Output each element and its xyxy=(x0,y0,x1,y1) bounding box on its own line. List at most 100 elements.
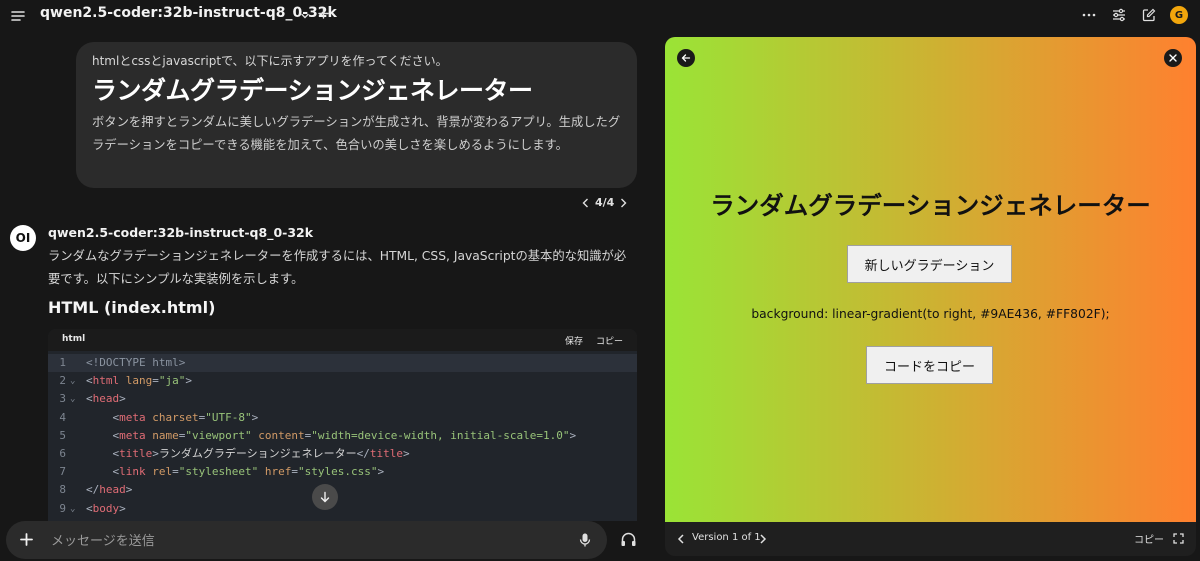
code-text: <title>ランダムグラデーションジェネレーター</title> xyxy=(86,445,410,463)
code-token: "ja" xyxy=(158,374,186,388)
code-text: <link rel="stylesheet" href="styles.css"… xyxy=(86,463,384,481)
version-label: Version 1 of 1 xyxy=(692,532,761,543)
page-indicator: 4/4 xyxy=(595,196,615,209)
code-token: < xyxy=(86,501,93,515)
code-token: "stylesheet" xyxy=(178,465,259,479)
code-line: 7 <link rel="stylesheet" href="styles.cs… xyxy=(48,463,637,481)
prompt-title: ランダムグラデーションジェネレーター xyxy=(92,76,533,105)
copy-code-button[interactable]: コピー xyxy=(596,334,623,347)
code-token: < xyxy=(86,465,120,479)
scroll-to-bottom-button[interactable] xyxy=(312,484,338,510)
gradient-css-text: background: linear-gradient(to right, #9… xyxy=(751,307,1110,321)
artifact-preview: ランダムグラデーションジェネレーター 新しいグラデーション background… xyxy=(665,37,1196,522)
line-number: 4 xyxy=(59,410,66,424)
chevron-down-icon[interactable] xyxy=(300,11,310,21)
code-token: head xyxy=(99,483,126,497)
code-text: <body> xyxy=(86,500,126,518)
code-token: title xyxy=(369,446,404,460)
code-token: "styles.css" xyxy=(297,465,378,479)
preview-copy-button[interactable]: コピー xyxy=(1134,531,1164,546)
user-avatar[interactable]: G xyxy=(1170,6,1188,24)
new-gradient-button[interactable]: 新しいグラデーション xyxy=(847,245,1012,283)
code-token: = xyxy=(172,465,179,479)
fold-chevron-icon[interactable]: ⌄ xyxy=(70,500,75,518)
code-token: body xyxy=(92,501,120,515)
close-icon[interactable] xyxy=(1164,49,1182,67)
code-token: < xyxy=(86,392,93,406)
code-line: 4 <meta charset="UTF-8"> xyxy=(48,409,637,427)
prompt-instruction: htmlとcssとjavascriptで、以下に示すアプリを作ってください。 xyxy=(92,54,448,68)
code-token: < xyxy=(86,446,120,460)
section-heading: HTML (index.html) xyxy=(48,298,216,317)
code-text: <!DOCTYPE html> xyxy=(86,354,185,372)
line-number: 1 xyxy=(59,356,66,369)
code-token: ランダムグラデーションジェネレーター xyxy=(158,446,357,460)
arrow-down-icon xyxy=(319,491,331,503)
code-text: <html lang="ja"> xyxy=(86,372,192,390)
code-token: <!DOCTYPE html> xyxy=(86,356,186,369)
code-token: > xyxy=(251,410,259,424)
chevron-right-icon[interactable] xyxy=(620,198,627,208)
message-input[interactable] xyxy=(49,530,553,552)
code-token: > xyxy=(569,428,577,442)
code-token: charset xyxy=(152,410,199,424)
code-line: 1 <!DOCTYPE html> xyxy=(48,354,637,373)
code-token: title xyxy=(119,446,153,460)
controls-sliders-icon[interactable] xyxy=(1110,6,1128,24)
model-selector[interactable]: qwen2.5-coder:32b-instruct-q8_0-32k xyxy=(40,5,337,21)
user-message-bubble: htmlとcssとjavascriptで、以下に示すアプリを作ってください。 ラ… xyxy=(76,42,637,188)
code-token: content xyxy=(258,428,305,442)
code-line: 3 ⌄ <head> xyxy=(48,390,637,408)
code-token: </ xyxy=(86,483,100,497)
line-number: 8 xyxy=(59,483,66,497)
chevron-left-icon[interactable] xyxy=(582,198,589,208)
copy-gradient-code-button[interactable]: コードをコピー xyxy=(866,346,993,384)
more-options-icon[interactable] xyxy=(1080,6,1098,24)
message-input-bar xyxy=(6,521,607,559)
line-number: 3 xyxy=(59,392,66,406)
preview-app-title: ランダムグラデーションジェネレーター xyxy=(710,191,1151,220)
top-actions: G xyxy=(1080,6,1188,24)
preview-footer: Version 1 of 1 コピー xyxy=(665,522,1196,556)
code-line: 2 ⌄ <html lang="ja"> xyxy=(48,372,637,390)
back-arrow-icon[interactable] xyxy=(677,49,695,67)
code-block-header: html 保存 コピー xyxy=(48,329,637,351)
code-token: "UTF-8" xyxy=(205,410,252,424)
assistant-model-name: qwen2.5-coder:32b-instruct-q8_0-32k xyxy=(48,225,314,240)
code-token: < xyxy=(86,374,93,388)
attach-plus-icon[interactable] xyxy=(20,533,33,546)
code-token: > xyxy=(152,446,159,460)
code-token: < xyxy=(86,410,120,424)
headphones-icon[interactable] xyxy=(620,531,637,548)
code-token: > xyxy=(403,446,410,460)
code-token: = xyxy=(152,374,159,388)
version-next-icon[interactable] xyxy=(759,534,767,544)
code-token: meta xyxy=(119,410,146,424)
code-token: > xyxy=(185,374,192,388)
code-token: lang xyxy=(125,374,153,388)
code-token: meta xyxy=(119,428,146,442)
code-line: 5 <meta name="viewport" content="width=d… xyxy=(48,427,637,445)
new-chat-edit-icon[interactable] xyxy=(1140,6,1158,24)
code-token: "viewport" xyxy=(185,428,252,442)
line-number: 9 xyxy=(59,501,66,515)
code-token: link xyxy=(119,465,146,479)
add-model-plus-icon[interactable] xyxy=(318,8,329,19)
sidebar-menu-icon[interactable] xyxy=(10,8,26,24)
save-code-button[interactable]: 保存 xyxy=(565,334,583,347)
line-number: 7 xyxy=(59,465,66,479)
code-text: </head> xyxy=(86,481,132,499)
code-line: 9 ⌄ <body> xyxy=(48,500,637,518)
code-text: <head> xyxy=(86,390,126,408)
code-lines[interactable]: 1 <!DOCTYPE html> 2 ⌄ <html lang="ja"> 3 ⌄ <hea… xyxy=(48,354,637,518)
version-prev-icon[interactable] xyxy=(677,534,685,544)
line-number: 2 xyxy=(59,374,66,388)
fullscreen-icon[interactable] xyxy=(1173,533,1184,544)
fold-chevron-icon[interactable]: ⌄ xyxy=(70,372,75,390)
code-token: < xyxy=(86,428,120,442)
code-token: href xyxy=(264,465,292,479)
fold-chevron-icon[interactable]: ⌄ xyxy=(70,390,75,408)
microphone-icon[interactable] xyxy=(577,532,593,548)
prompt-description: ボタンを押すとランダムに美しいグラデーションが生成され、背景が変わるアプリ。生成… xyxy=(92,115,621,152)
